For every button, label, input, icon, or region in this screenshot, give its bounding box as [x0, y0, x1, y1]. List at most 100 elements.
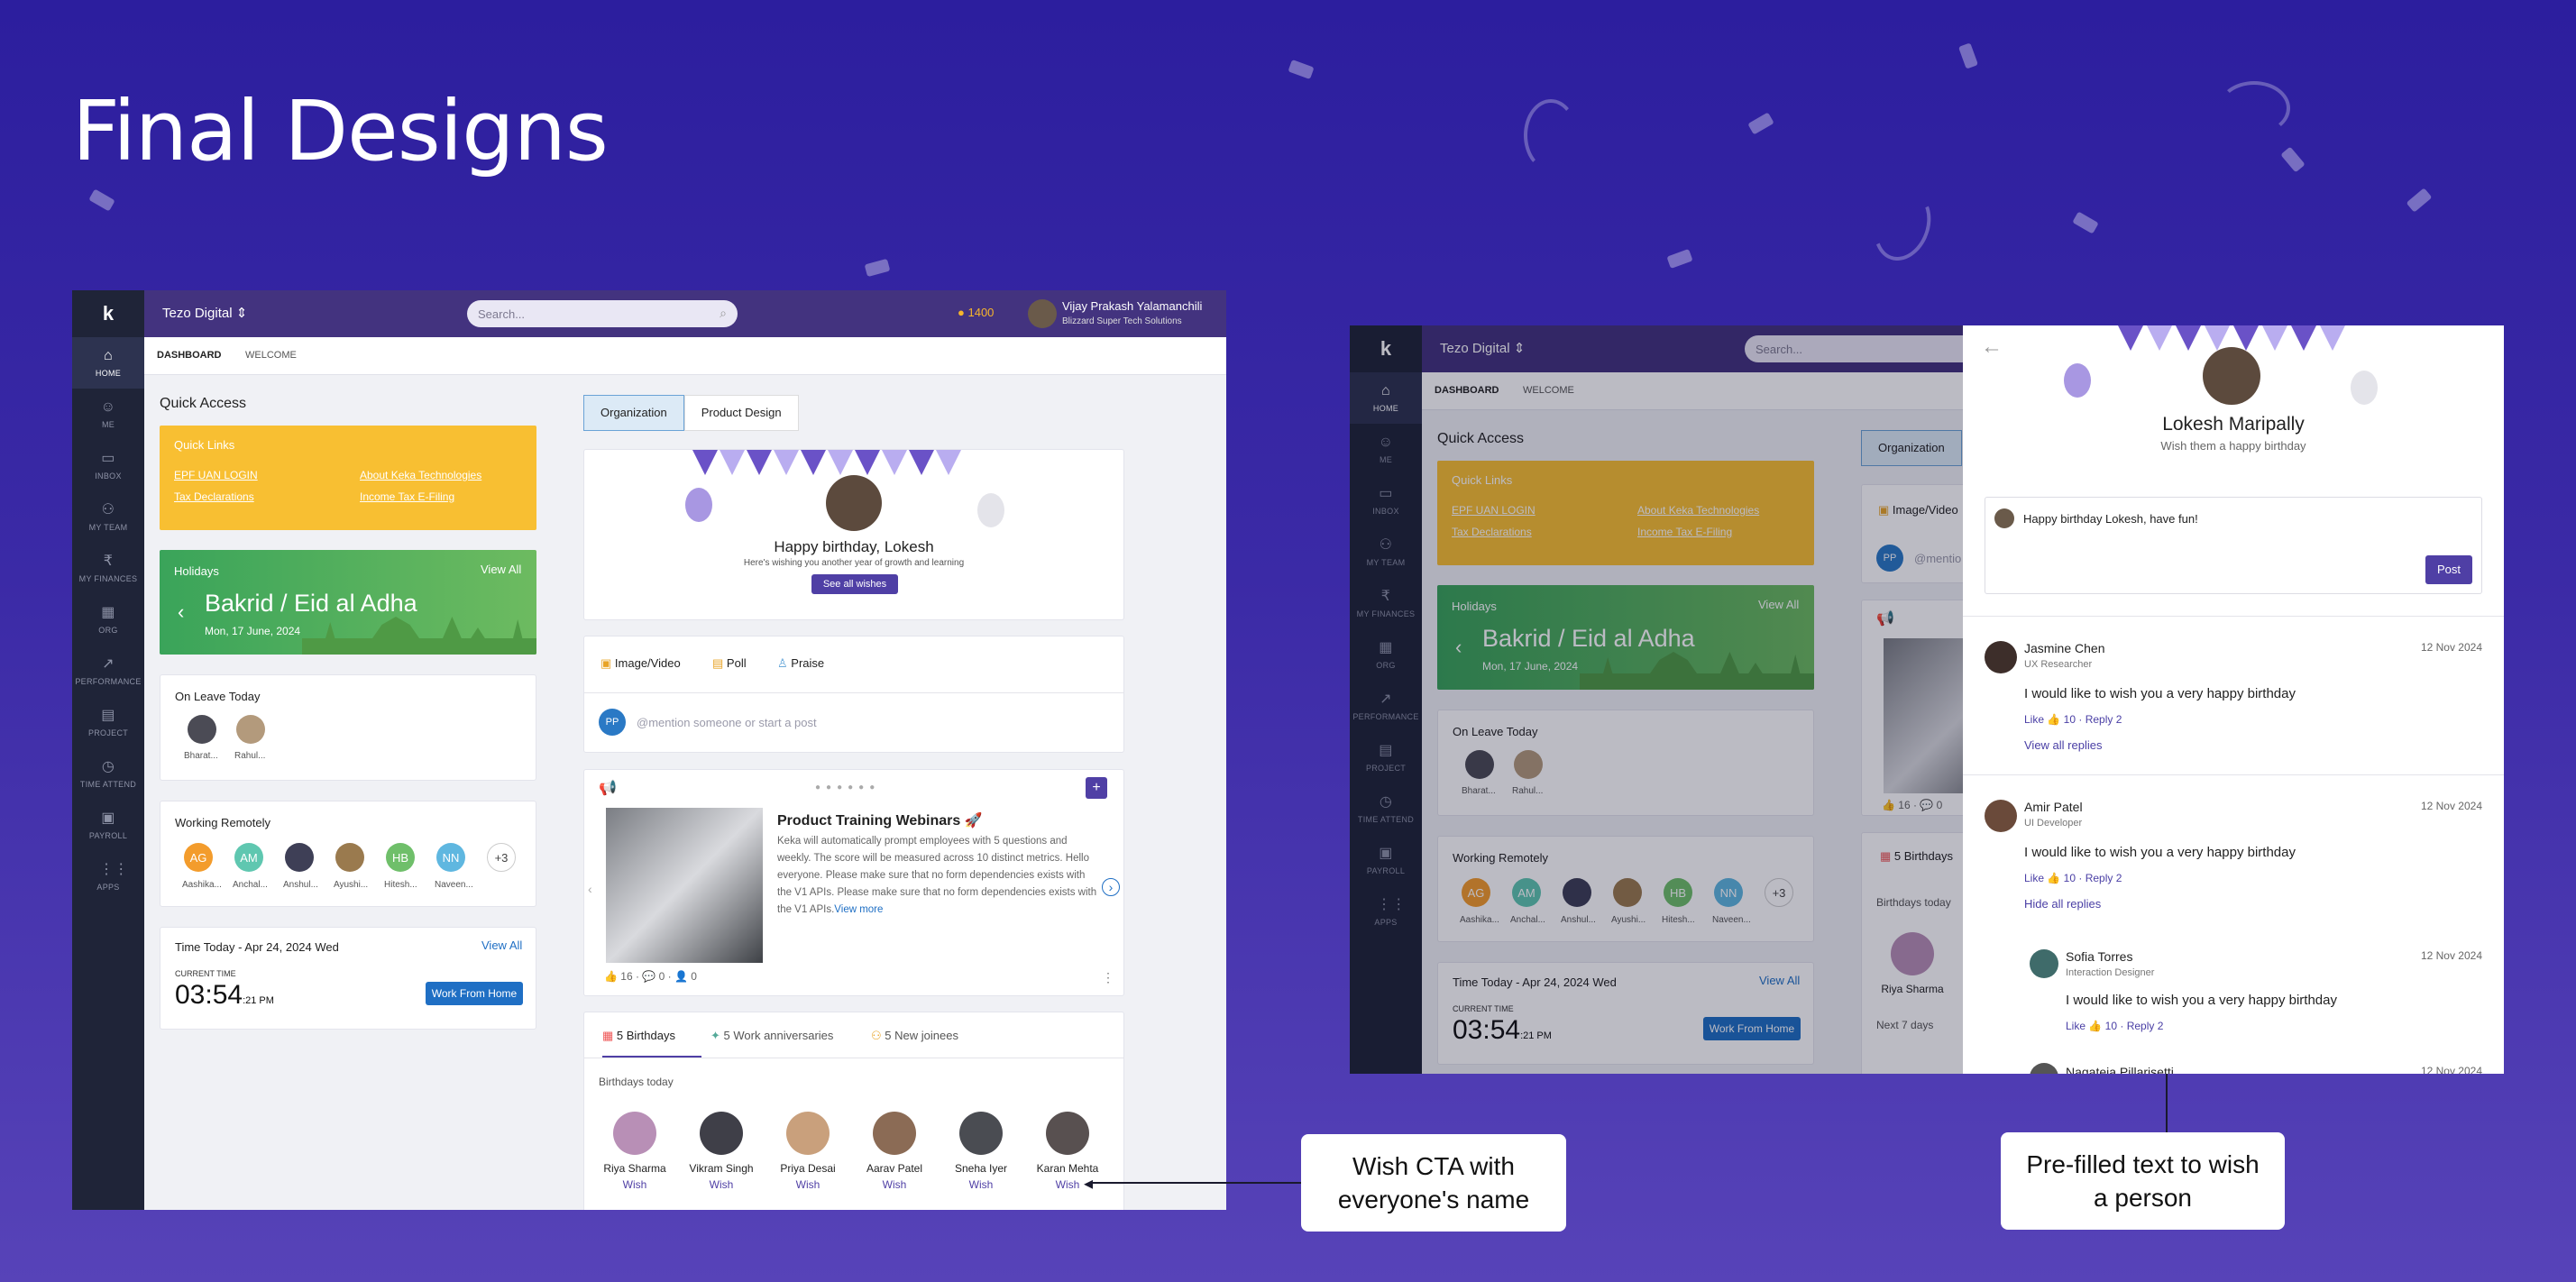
nav-finances[interactable]: ₹ MY FINANCES [72, 543, 144, 594]
like-icon[interactable]: 👍 [1882, 799, 1895, 811]
avatar[interactable] [2030, 949, 2058, 978]
nav-time[interactable]: ◷ TIME ATTEND [72, 748, 144, 800]
link-epf[interactable]: EPF UAN LOGIN [1452, 504, 1536, 517]
avatar[interactable]: HB [386, 843, 415, 872]
wish-button[interactable]: Wish [1024, 1178, 1111, 1191]
comment-icon[interactable]: 💬 [642, 970, 655, 983]
wish-input[interactable]: Happy birthday Lokesh, have fun! Post [1985, 497, 2482, 594]
nav-my-team[interactable]: ⚇ MY TEAM [1350, 527, 1422, 578]
post-type-image[interactable]: ▣ Image/Video [600, 656, 681, 671]
avatar[interactable] [873, 1112, 916, 1155]
more-options-icon[interactable]: ⋮ [1102, 970, 1114, 985]
avatar[interactable] [285, 843, 314, 872]
link-itr[interactable]: Income Tax E-Filing [360, 490, 454, 503]
nav-time[interactable]: ◷ TIME ATTEND [1350, 783, 1422, 835]
tab-organization[interactable]: Organization [1861, 430, 1962, 466]
link-about[interactable]: About Keka Technologies [1637, 504, 1759, 517]
hide-all-replies-link[interactable]: Hide all replies [2024, 897, 2101, 911]
avatar[interactable]: NN [436, 843, 465, 872]
avatar[interactable] [1613, 878, 1642, 907]
like-button[interactable]: Like [2024, 872, 2044, 884]
carousel-dots[interactable]: ●●●●●● [815, 783, 880, 792]
tab-dashboard[interactable]: DASHBOARD [157, 350, 222, 361]
wish-button[interactable]: Wish [765, 1178, 851, 1191]
more-count[interactable]: +3 [487, 843, 516, 872]
avatar[interactable] [700, 1112, 743, 1155]
post-input[interactable]: @mention someone or start a post [637, 716, 817, 729]
reply-button[interactable]: Reply [2127, 1020, 2155, 1032]
tab-product-design[interactable]: Product Design [683, 395, 799, 431]
nav-performance[interactable]: ↗ PERFORMANCE [72, 646, 144, 697]
avatar[interactable] [188, 715, 216, 744]
tab-new-joinees[interactable]: ⚇ 5 New joinees [871, 1029, 958, 1043]
nav-payroll[interactable]: ▣ PAYROLL [1350, 835, 1422, 886]
holidays-view-all[interactable]: View All [481, 563, 521, 576]
work-from-home-button[interactable]: Work From Home [1703, 1017, 1801, 1040]
avatar[interactable] [335, 843, 364, 872]
post-input[interactable]: @mentio [1914, 552, 1961, 565]
avatar[interactable] [236, 715, 265, 744]
tab-birthdays[interactable]: ▦ 5 Birthdays [1880, 849, 1953, 864]
nav-org[interactable]: ▦ ORG [72, 594, 144, 646]
tab-welcome[interactable]: WELCOME [245, 350, 297, 361]
avatar[interactable] [1046, 1112, 1089, 1155]
nav-apps[interactable]: ⋮⋮ APPS [1350, 886, 1422, 938]
wish-button[interactable]: Wish [851, 1178, 938, 1191]
avatar[interactable] [1563, 878, 1591, 907]
nav-me[interactable]: ☺ ME [72, 389, 144, 440]
tab-dashboard[interactable]: DASHBOARD [1435, 385, 1499, 396]
back-arrow-icon[interactable]: ← [1981, 334, 2003, 360]
nav-me[interactable]: ☺ ME [1350, 424, 1422, 475]
avatar[interactable]: AG [184, 843, 213, 872]
chevron-left-icon[interactable]: ‹ [1455, 636, 1462, 659]
avatar[interactable] [2030, 1063, 2058, 1074]
org-switcher[interactable]: Tezo Digital ⇕ [162, 305, 247, 321]
view-all-replies-link[interactable]: View all replies [2024, 738, 2102, 752]
search-input[interactable]: Search... ⌕ [467, 300, 738, 327]
chevron-left-icon[interactable]: ‹ [588, 882, 592, 896]
avatar[interactable]: HB [1664, 878, 1692, 907]
avatar[interactable] [1514, 750, 1543, 779]
nav-performance[interactable]: ↗ PERFORMANCE [1350, 681, 1422, 732]
wish-button[interactable]: Wish [678, 1178, 765, 1191]
nav-org[interactable]: ▦ ORG [1350, 629, 1422, 681]
coins-badge[interactable]: ● 1400 [958, 306, 994, 319]
post-button[interactable]: Post [2425, 555, 2472, 584]
link-tax[interactable]: Tax Declarations [1452, 526, 1532, 538]
user-avatar[interactable] [1028, 299, 1057, 328]
nav-payroll[interactable]: ▣ PAYROLL [72, 800, 144, 851]
holidays-view-all[interactable]: View All [1758, 598, 1799, 611]
avatar[interactable] [613, 1112, 656, 1155]
nav-apps[interactable]: ⋮⋮ APPS [72, 851, 144, 902]
reply-button[interactable]: Reply [2086, 872, 2113, 884]
avatar[interactable] [1985, 800, 2017, 832]
post-type-praise[interactable]: ♙ Praise [777, 656, 824, 671]
avatar[interactable]: AM [234, 843, 263, 872]
nav-home[interactable]: ⌂ HOME [72, 337, 144, 389]
time-view-all[interactable]: View All [1759, 974, 1800, 987]
wish-button[interactable]: Wish [938, 1178, 1024, 1191]
like-button[interactable]: Like [2024, 713, 2044, 726]
avatar[interactable] [1465, 750, 1494, 779]
avatar[interactable]: AM [1512, 878, 1541, 907]
see-all-wishes-button[interactable]: See all wishes [811, 574, 898, 594]
avatar[interactable] [1985, 641, 2017, 673]
like-icon[interactable]: 👍 [604, 970, 618, 983]
reply-button[interactable]: Reply [2086, 713, 2113, 726]
more-count[interactable]: +3 [1765, 878, 1793, 907]
link-tax[interactable]: Tax Declarations [174, 490, 254, 503]
avatar[interactable]: AG [1462, 878, 1490, 907]
tab-welcome[interactable]: WELCOME [1523, 385, 1574, 396]
tab-organization[interactable]: Organization [583, 395, 684, 431]
time-view-all[interactable]: View All [481, 939, 522, 952]
chevron-left-icon[interactable]: ‹ [178, 600, 184, 624]
nav-my-team[interactable]: ⚇ MY TEAM [72, 491, 144, 543]
wish-button[interactable]: Wish [591, 1178, 678, 1191]
nav-home[interactable]: ⌂ HOME [1350, 372, 1422, 424]
nav-inbox[interactable]: ▭ INBOX [72, 440, 144, 491]
nav-project[interactable]: ▤ PROJECT [1350, 732, 1422, 783]
add-icon[interactable]: + [1086, 777, 1107, 799]
link-epf[interactable]: EPF UAN LOGIN [174, 469, 258, 481]
nav-project[interactable]: ▤ PROJECT [72, 697, 144, 748]
avatar[interactable] [959, 1112, 1003, 1155]
